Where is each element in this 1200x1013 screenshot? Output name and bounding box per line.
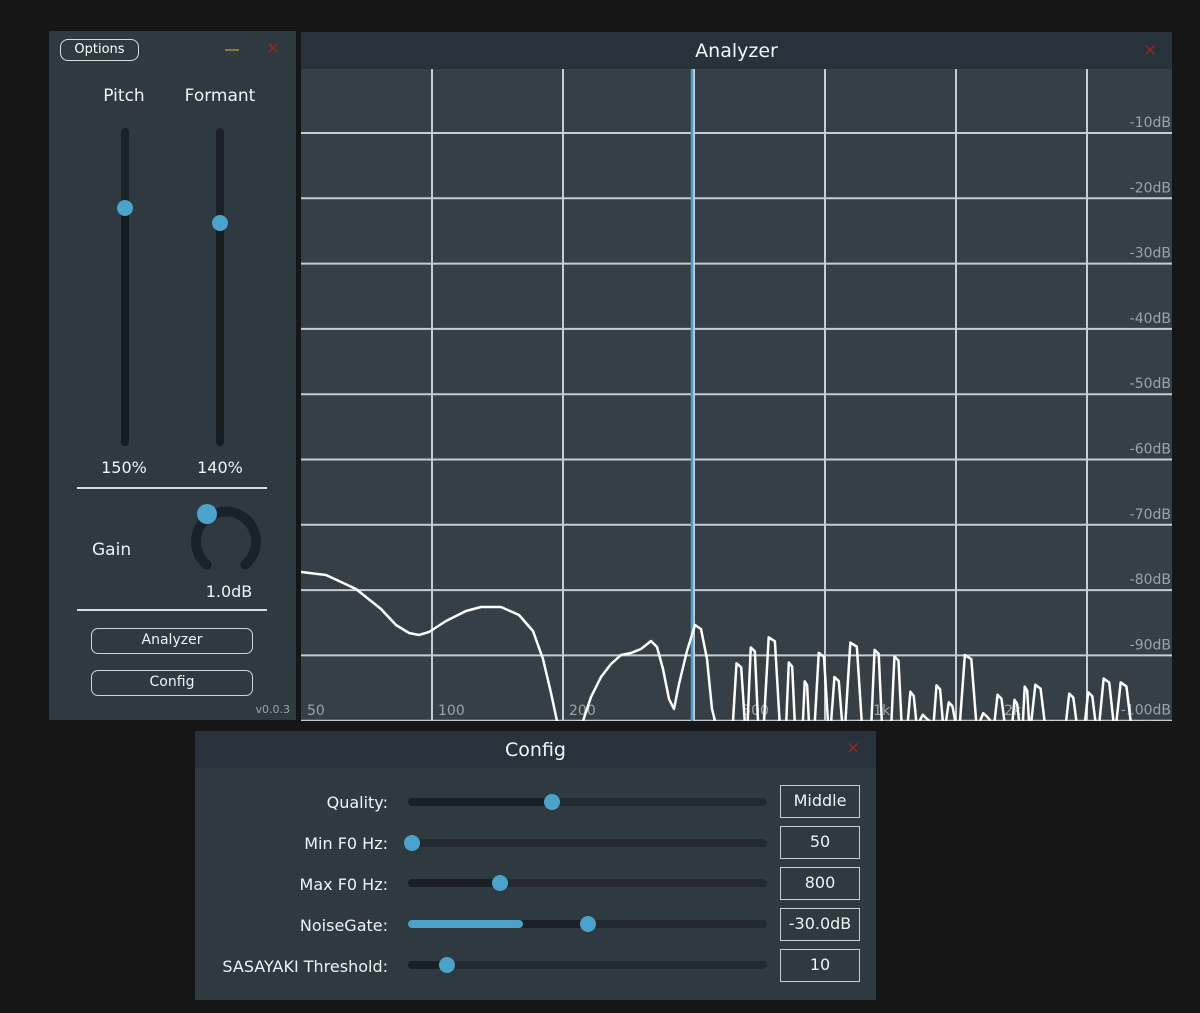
version-label: v0.0.3	[255, 703, 291, 716]
gain-value: 1.0dB	[205, 582, 253, 601]
formant-slider[interactable]	[212, 128, 228, 446]
close-icon[interactable]: ✕	[1143, 43, 1157, 60]
spectrum-plot: -10dB -20dB -30dB -40dB -50dB -60dB -70dB -80dB…	[301, 69, 1172, 721]
close-icon[interactable]: ✕	[846, 741, 860, 758]
min-f0-slider[interactable]	[404, 835, 767, 851]
noise-gate-slider-handle[interactable]	[579, 916, 596, 932]
min-f0-label: Min F0 Hz:	[304, 834, 388, 853]
analyzer-window: Analyzer ✕ -10dB -20dB -30dB -40dB -50dB -60d…	[301, 32, 1172, 721]
config-window: Config ✕ Quality: Middle Min F0 Hz: 50 M…	[195, 731, 876, 1000]
analyzer-title-bar: Analyzer ✕	[301, 32, 1172, 69]
db-label: -50dB	[1130, 376, 1171, 392]
min-f0-value: 50	[780, 826, 860, 859]
sasayaki-threshold-slider[interactable]	[408, 957, 767, 973]
formant-slider-handle[interactable]	[212, 215, 228, 232]
max-f0-slider[interactable]	[408, 875, 767, 891]
quality-label: Quality:	[326, 793, 388, 812]
sasayaki-threshold-value: 10	[780, 949, 860, 982]
formant-label: Formant	[184, 86, 256, 106]
formant-value: 140%	[197, 458, 243, 477]
gain-label: Gain	[92, 540, 132, 560]
freq-label: 50	[307, 703, 325, 719]
divider	[77, 487, 267, 489]
quality-slider[interactable]	[408, 794, 767, 810]
db-label: -40dB	[1130, 311, 1171, 327]
freq-label: 100	[438, 703, 465, 719]
quality-value: Middle	[780, 785, 860, 818]
noise-gate-label: NoiseGate:	[299, 916, 388, 935]
analyzer-title: Analyzer	[695, 40, 778, 62]
db-label: -60dB	[1130, 442, 1171, 458]
noise-gate-level-meter	[408, 920, 523, 928]
max-f0-slider-handle[interactable]	[491, 875, 508, 891]
config-title-bar: Config ✕	[195, 731, 876, 768]
main-panel: Options ✕ Pitch Formant 150% 140% Gain 1…	[49, 31, 296, 720]
pitch-slider-handle[interactable]	[117, 199, 133, 216]
options-button[interactable]: Options	[60, 39, 139, 61]
minimize-icon[interactable]	[225, 49, 239, 51]
db-label: -70dB	[1130, 507, 1171, 523]
noise-gate-value: -30.0dB	[780, 908, 860, 941]
config-button[interactable]: Config	[91, 670, 253, 696]
freq-label: 200	[569, 703, 596, 719]
db-label: -80dB	[1130, 572, 1171, 588]
gain-knob-handle[interactable]	[197, 504, 217, 524]
pitch-value: 150%	[101, 458, 147, 477]
max-f0-value: 800	[780, 867, 860, 900]
quality-slider-handle[interactable]	[544, 794, 561, 810]
db-label: -90dB	[1130, 637, 1171, 653]
close-icon[interactable]: ✕	[266, 41, 280, 58]
noise-gate-slider[interactable]	[408, 916, 767, 932]
max-f0-label: Max F0 Hz:	[299, 875, 388, 894]
sasayaki-threshold-label: SASAYAKI Threshold:	[222, 957, 388, 976]
analyzer-button[interactable]: Analyzer	[91, 628, 253, 654]
db-label: -30dB	[1130, 246, 1171, 262]
db-label: -10dB	[1130, 115, 1171, 131]
sasayaki-threshold-slider-handle[interactable]	[439, 957, 456, 973]
gain-knob[interactable]	[186, 497, 276, 587]
pitch-slider[interactable]	[117, 128, 133, 446]
pitch-label: Pitch	[103, 86, 145, 106]
db-label: -20dB	[1130, 180, 1171, 196]
config-title: Config	[505, 739, 566, 761]
divider	[77, 609, 267, 611]
min-f0-slider-handle[interactable]	[404, 835, 420, 851]
